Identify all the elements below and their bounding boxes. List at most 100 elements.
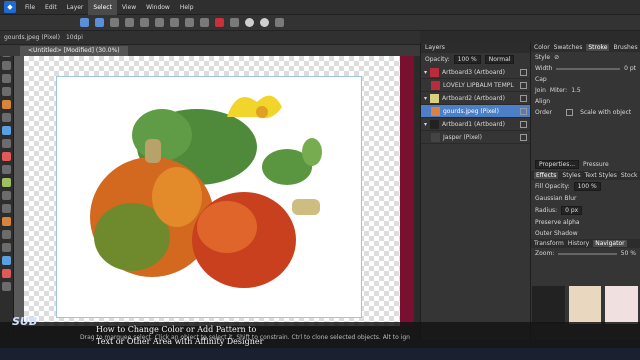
order-label: Order	[535, 109, 553, 116]
layer-row[interactable]: gourds.jpeg (Pixel)	[421, 105, 530, 118]
miter-value[interactable]: 1.5	[571, 87, 581, 94]
zoom-tool-icon[interactable]	[2, 243, 11, 252]
tab-transform[interactable]: Transform	[534, 240, 564, 247]
gourds-illustration	[90, 95, 322, 288]
settings-icon[interactable]	[125, 18, 134, 27]
window-minimize-icon[interactable]	[275, 18, 284, 27]
menu-help[interactable]: Help	[175, 0, 199, 15]
channel-logo: SUB	[12, 315, 38, 328]
visibility-checkbox[interactable]	[520, 107, 527, 115]
fill-swatch-icon[interactable]	[2, 269, 11, 278]
tab-effects[interactable]: Effects	[534, 172, 559, 179]
pencil-tool-icon[interactable]	[2, 100, 11, 109]
gaussian-blur-row[interactable]: Gaussian Blur	[531, 193, 640, 204]
visibility-checkbox[interactable]	[520, 94, 527, 102]
layer-row[interactable]: ▾ Artboard3 (Artboard)	[421, 66, 530, 79]
layer-row[interactable]: ▾ Artboard2 (Artboard)	[421, 92, 530, 105]
view-mode-icon[interactable]	[260, 18, 269, 27]
align-icon[interactable]	[140, 18, 149, 27]
pixel-persona-icon[interactable]	[95, 18, 104, 27]
menu-window[interactable]: Window	[141, 0, 175, 15]
layer-thumbnail	[431, 132, 440, 142]
snapping-toggle-icon[interactable]	[215, 18, 224, 27]
color-picker-icon[interactable]	[2, 256, 11, 265]
opacity-field[interactable]: 100 %	[453, 55, 481, 64]
tab-styles[interactable]: Styles	[562, 172, 580, 179]
tab-color[interactable]: Color	[534, 44, 550, 51]
layer-row[interactable]: ▾ Artboard1 (Artboard)	[421, 118, 530, 131]
context-toolbar: gourds.jpeg (Pixel) 10dpi	[0, 31, 420, 45]
radius-field[interactable]: 0 px	[561, 206, 583, 215]
menu-file[interactable]: File	[20, 0, 40, 15]
tab-navigator[interactable]: Navigator	[593, 240, 627, 247]
radius-label: Radius:	[535, 207, 558, 214]
stroke-tabs: Color Swatches Stroke Brushes	[531, 43, 640, 52]
no-stroke-icon[interactable]: ⊘	[554, 54, 559, 61]
adjacent-artboard-edge	[400, 56, 414, 326]
assistant-icon[interactable]	[245, 18, 254, 27]
scale-checkbox[interactable]	[566, 109, 574, 116]
layer-row[interactable]: LOVELY LIPBALM TEMPL	[421, 79, 530, 92]
tab-stock[interactable]: Stock	[621, 172, 638, 179]
zoom-slider[interactable]	[558, 252, 617, 255]
artboard[interactable]	[56, 76, 362, 318]
fill-opacity-field[interactable]: 100 %	[573, 182, 601, 191]
properties-button[interactable]: Properties...	[535, 160, 580, 169]
menu-view[interactable]: View	[117, 0, 141, 15]
tab-history[interactable]: History	[568, 240, 589, 247]
place-tool-icon[interactable]	[2, 217, 11, 226]
layer-row[interactable]: Jasper (Pixel)	[421, 131, 530, 144]
expand-chevron-icon[interactable]: ▾	[424, 69, 427, 76]
tab-stroke[interactable]: Stroke	[586, 44, 610, 51]
crop-tool-icon[interactable]	[2, 204, 11, 213]
opacity-label: Opacity:	[425, 56, 450, 63]
rectangle-tool-icon[interactable]	[2, 152, 11, 161]
fill-tool-icon[interactable]	[2, 126, 11, 135]
text-tool-icon[interactable]	[2, 191, 11, 200]
view-tool-icon[interactable]	[2, 230, 11, 239]
transform-icon[interactable]	[185, 18, 194, 27]
transparency-tool-icon[interactable]	[2, 139, 11, 148]
navigator-preview[interactable]	[532, 286, 639, 324]
snapping-icon[interactable]	[200, 18, 209, 27]
menu-layer[interactable]: Layer	[62, 0, 89, 15]
designer-persona-icon[interactable]	[80, 18, 89, 27]
layer-thumbnail	[431, 80, 440, 90]
menu-edit[interactable]: Edit	[40, 0, 62, 15]
node-tool-icon[interactable]	[2, 61, 11, 70]
layers-tab[interactable]: Layers	[421, 43, 530, 53]
artboard-tool-icon[interactable]	[2, 74, 11, 83]
layer-name: LOVELY LIPBALM TEMPL	[443, 81, 514, 89]
boolean-icon[interactable]	[170, 18, 179, 27]
blend-mode-select[interactable]: Normal	[484, 55, 515, 64]
document-tab-bar: <Untitled> [Modified] (30.0%)	[0, 45, 420, 56]
outer-shadow-row[interactable]: Outer Shadow	[531, 228, 640, 239]
insert-icon[interactable]	[230, 18, 239, 27]
properties-row: Properties... Pressure	[531, 158, 640, 171]
expand-chevron-icon[interactable]: ▾	[424, 95, 427, 102]
zoom-value[interactable]: 50 %	[621, 250, 636, 257]
layers-panel: Layers Opacity: 100 % Normal ▾ Artboard3…	[420, 43, 530, 340]
tab-swatches[interactable]: Swatches	[554, 44, 583, 51]
ellipse-tool-icon[interactable]	[2, 165, 11, 174]
tab-text-styles[interactable]: Text Styles	[585, 172, 617, 179]
pen-tool-icon[interactable]	[2, 87, 11, 96]
tab-brushes[interactable]: Brushes	[613, 44, 637, 51]
menu-select[interactable]: Select	[88, 0, 117, 15]
visibility-checkbox[interactable]	[520, 68, 527, 76]
brush-tool-icon[interactable]	[2, 113, 11, 122]
visibility-checkbox[interactable]	[520, 133, 527, 141]
document-tab[interactable]: <Untitled> [Modified] (30.0%)	[20, 45, 128, 56]
width-slider[interactable]	[556, 67, 621, 70]
width-value[interactable]: 0 pt	[624, 65, 636, 72]
export-persona-icon[interactable]	[110, 18, 119, 27]
expand-chevron-icon[interactable]: ▾	[424, 121, 427, 128]
shape-tool-icon[interactable]	[2, 178, 11, 187]
artboard-thumbnail	[568, 286, 602, 324]
canvas[interactable]	[14, 56, 414, 326]
visibility-checkbox[interactable]	[520, 120, 527, 128]
visibility-checkbox[interactable]	[520, 81, 527, 89]
stroke-swatch-icon[interactable]	[2, 282, 11, 291]
arrange-icon[interactable]	[155, 18, 164, 27]
affinity-logo-icon[interactable]: ◆	[4, 1, 16, 13]
